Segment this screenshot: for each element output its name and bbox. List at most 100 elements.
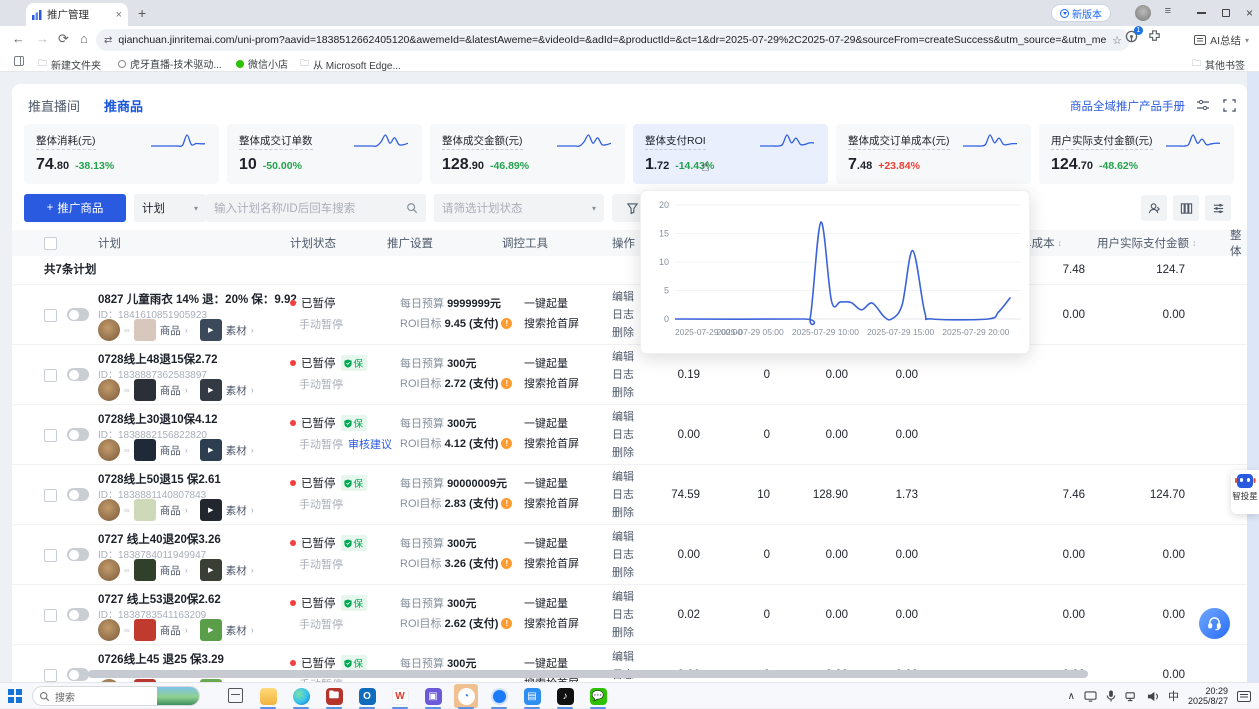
start-button[interactable] bbox=[8, 689, 22, 703]
ime-indicator[interactable]: 中 bbox=[1168, 688, 1179, 704]
window-minimize-button[interactable] bbox=[1197, 12, 1206, 14]
one-key-boost-link[interactable]: 一键起量 bbox=[524, 655, 568, 671]
product-thumbnail[interactable] bbox=[134, 499, 156, 521]
browser-profile-avatar[interactable] bbox=[1135, 5, 1151, 21]
material-thumbnail[interactable]: ▶ bbox=[200, 619, 222, 641]
notification-center-icon[interactable] bbox=[1237, 691, 1251, 702]
row-toggle[interactable] bbox=[67, 668, 89, 681]
col-actions[interactable]: 操作 bbox=[612, 230, 635, 256]
product-link[interactable]: 商品 bbox=[160, 563, 181, 578]
row-checkbox[interactable] bbox=[44, 309, 57, 322]
one-key-boost-link[interactable]: 一键起量 bbox=[524, 535, 568, 551]
row-toggle[interactable] bbox=[67, 548, 89, 561]
one-key-boost-link[interactable]: 一键起量 bbox=[524, 475, 568, 491]
plan-name[interactable]: 0728线上50退15 保2.61 bbox=[98, 471, 221, 487]
row-checkbox[interactable] bbox=[44, 669, 57, 682]
col-status[interactable]: 计划状态 bbox=[290, 230, 336, 256]
material-thumbnail[interactable]: ▶ bbox=[200, 379, 222, 401]
site-security-icon[interactable]: ⇄ bbox=[104, 35, 112, 46]
tab-close-icon[interactable]: × bbox=[116, 9, 122, 21]
speaker-icon[interactable] bbox=[1147, 691, 1159, 702]
sort-icon[interactable]: ↕ bbox=[1058, 238, 1063, 248]
col-plan[interactable]: 计划 bbox=[98, 230, 121, 256]
search-top-screen-link[interactable]: 搜索抢首屏 bbox=[524, 315, 579, 331]
material-link[interactable]: 素材 bbox=[226, 623, 247, 638]
row-toggle[interactable] bbox=[67, 368, 89, 381]
col-tools[interactable]: 调控工具 bbox=[502, 230, 548, 256]
product-manual-link[interactable]: 商品全域推广产品手册 bbox=[1070, 98, 1185, 114]
promote-product-button[interactable]: +推广商品 bbox=[24, 194, 126, 222]
tray-expand-icon[interactable]: ∧ bbox=[1068, 691, 1075, 702]
product-link[interactable]: 商品 bbox=[160, 383, 181, 398]
vertical-scrollbar[interactable] bbox=[1247, 72, 1259, 682]
review-suggestion-link[interactable]: 审核建议 bbox=[348, 439, 392, 451]
stat-card[interactable]: 整体支付ROI 1.72 -14.43% bbox=[633, 124, 828, 184]
url-field[interactable]: ⇄ qianchuan.jinritemai.com/uni-prom?aavi… bbox=[96, 29, 1130, 51]
taskbar-blue-circle-app[interactable] bbox=[487, 684, 511, 708]
ai-summary-button[interactable]: AI总结 ▾ bbox=[1194, 30, 1249, 50]
plan-status-select[interactable]: 请筛选计划状态▾ bbox=[434, 194, 604, 222]
taskbar-wps[interactable]: W bbox=[388, 684, 412, 708]
stat-card[interactable]: 用户实际支付金额(元) 124.70 -48.62% bbox=[1039, 124, 1234, 184]
clock[interactable]: 20:29 2025/8/27 bbox=[1188, 686, 1228, 706]
plan-name[interactable]: 0726线上45 退25 保3.29 bbox=[98, 651, 224, 667]
share-user-icon[interactable] bbox=[1141, 195, 1167, 221]
material-thumbnail[interactable]: ▶ bbox=[200, 439, 222, 461]
taskbar-douyin[interactable]: ♪ bbox=[553, 684, 577, 708]
stat-card[interactable]: 整体成交订单数 10 -50.00% bbox=[227, 124, 422, 184]
touchpad-icon[interactable] bbox=[1084, 691, 1097, 702]
search-top-screen-link[interactable]: 搜索抢首屏 bbox=[524, 555, 579, 571]
taskbar-store-app[interactable]: 🖿 bbox=[322, 684, 346, 708]
product-thumbnail[interactable] bbox=[134, 439, 156, 461]
col-user-paid[interactable]: 用户实际支付金额↕ bbox=[1097, 230, 1197, 256]
one-key-boost-link[interactable]: 一键起量 bbox=[524, 595, 568, 611]
row-toggle[interactable] bbox=[67, 608, 89, 621]
material-link[interactable]: 素材 bbox=[226, 323, 247, 338]
row-checkbox[interactable] bbox=[44, 549, 57, 562]
customer-service-button[interactable] bbox=[1199, 608, 1230, 639]
stat-card[interactable]: 整体成交订单成本(元) 7.48 +23.84% bbox=[836, 124, 1031, 184]
product-thumbnail[interactable] bbox=[134, 619, 156, 641]
browser-menu-icon[interactable]: ≡ bbox=[1165, 5, 1171, 17]
product-link[interactable]: 商品 bbox=[160, 503, 181, 518]
col-settings[interactable]: 推广设置 bbox=[387, 230, 433, 256]
home-icon[interactable]: ⌂ bbox=[80, 31, 88, 46]
row-toggle[interactable] bbox=[67, 428, 89, 441]
taskbar-purple-app[interactable]: ▣ bbox=[421, 684, 445, 708]
one-key-boost-link[interactable]: 一键起量 bbox=[524, 415, 568, 431]
reload-icon[interactable]: ⟳ bbox=[58, 31, 69, 47]
taskbar-blue-square-app[interactable]: ▤ bbox=[520, 684, 544, 708]
table-config-icon[interactable] bbox=[1205, 195, 1231, 221]
material-link[interactable]: 素材 bbox=[226, 563, 247, 578]
material-link[interactable]: 素材 bbox=[226, 383, 247, 398]
network-icon[interactable] bbox=[1125, 691, 1138, 702]
plan-name[interactable]: 0728线上48退15保2.72 bbox=[98, 351, 218, 367]
col-overall[interactable]: 整体 bbox=[1230, 230, 1247, 256]
window-close-button[interactable]: × bbox=[1246, 7, 1253, 19]
search-top-screen-link[interactable]: 搜索抢首屏 bbox=[524, 435, 579, 451]
material-thumbnail[interactable]: ▶ bbox=[200, 499, 222, 521]
material-thumbnail[interactable]: ▶ bbox=[200, 319, 222, 341]
product-link[interactable]: 商品 bbox=[160, 323, 181, 338]
search-top-screen-link[interactable]: 搜索抢首屏 bbox=[524, 615, 579, 631]
plan-search-input[interactable]: 输入计划名称/ID后回车搜索 bbox=[206, 194, 426, 222]
bookmark-star-icon[interactable]: ☆ bbox=[1112, 34, 1122, 47]
tab-live-room[interactable]: 推直播间 bbox=[28, 96, 80, 115]
plan-name[interactable]: 0727 线上53退20保2.62 bbox=[98, 591, 221, 607]
forward-icon[interactable]: → bbox=[36, 31, 49, 46]
display-settings-icon[interactable] bbox=[1193, 95, 1213, 115]
taskbar-outlook[interactable]: O bbox=[355, 684, 379, 708]
product-link[interactable]: 商品 bbox=[160, 443, 181, 458]
bookmark-item[interactable]: 微信小店 bbox=[236, 56, 288, 71]
assistant-widget[interactable]: 智投星 bbox=[1231, 470, 1259, 514]
select-all-checkbox[interactable] bbox=[44, 230, 57, 256]
adblock-extension-icon[interactable]: 1 bbox=[1125, 30, 1138, 43]
stat-card[interactable]: 整体消耗(元) 74.80 -38.13% bbox=[24, 124, 219, 184]
taskbar-active-app[interactable]: ◔ bbox=[454, 684, 478, 708]
product-thumbnail[interactable] bbox=[134, 559, 156, 581]
product-thumbnail[interactable] bbox=[134, 319, 156, 341]
row-checkbox[interactable] bbox=[44, 489, 57, 502]
column-settings-icon[interactable] bbox=[1173, 195, 1199, 221]
new-tab-button[interactable]: + bbox=[138, 5, 146, 21]
row-toggle[interactable] bbox=[67, 488, 89, 501]
